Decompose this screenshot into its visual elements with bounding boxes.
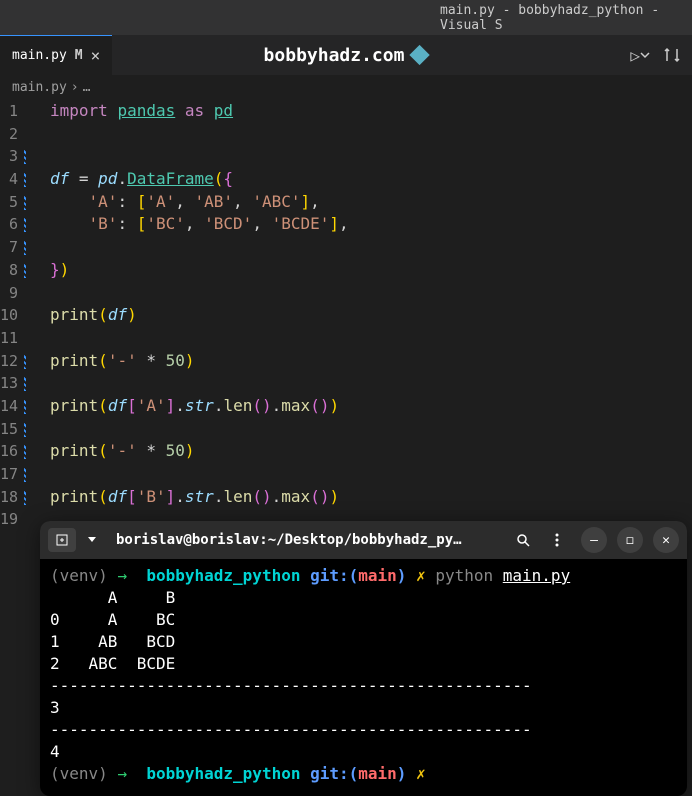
code-line: print('-' * 50)	[50, 440, 692, 463]
line-number: 14	[0, 395, 18, 418]
code-line: })	[50, 259, 692, 282]
code-line: df = pd.DataFrame({	[50, 168, 692, 191]
terminal-line: A B	[50, 587, 677, 609]
terminal-line: ----------------------------------------…	[50, 719, 677, 741]
code-line: print(df['A'].str.len().max())	[50, 395, 692, 418]
terminal-line: 4	[50, 741, 677, 763]
code-editor[interactable]: 1 2 3 4 5 6 7 8 9 10 11 12 13 14 15 16 1…	[0, 100, 692, 531]
line-number: 17	[0, 463, 18, 486]
tab-label: main.py	[12, 48, 67, 63]
banner-text: bobbyhadz.com	[264, 45, 405, 66]
code-line: print(df)	[50, 304, 692, 327]
code-line	[50, 123, 692, 146]
search-icon[interactable]	[509, 526, 537, 554]
code-line	[50, 372, 692, 395]
code-line: print('-' * 50)	[50, 350, 692, 373]
tab-bar: main.py M × bobbyhadz.com ▷	[0, 35, 692, 75]
line-number: 16	[0, 440, 18, 463]
close-button[interactable]: ✕	[653, 527, 679, 553]
line-number: 12	[0, 350, 18, 373]
dropdown-icon[interactable]	[82, 528, 102, 552]
code-line	[50, 418, 692, 441]
line-number: 3	[0, 145, 18, 168]
new-tab-button[interactable]	[48, 528, 76, 552]
terminal-titlebar: borislav@borislav:~/Desktop/bobbyhadz_py…	[40, 521, 687, 559]
code-line	[50, 236, 692, 259]
maximize-button[interactable]: ◻	[617, 527, 643, 553]
code-line	[50, 145, 692, 168]
line-number: 6	[0, 213, 18, 236]
breadcrumb-more: …	[83, 80, 91, 95]
cube-icon	[409, 45, 429, 65]
line-number: 11	[0, 327, 18, 350]
site-banner: bobbyhadz.com	[264, 45, 429, 66]
line-gutter: 1 2 3 4 5 6 7 8 9 10 11 12 13 14 15 16 1…	[0, 100, 30, 531]
terminal-window: borislav@borislav:~/Desktop/bobbyhadz_py…	[40, 521, 687, 796]
editor-tab-main[interactable]: main.py M ×	[0, 35, 112, 75]
code-line	[50, 282, 692, 305]
close-icon[interactable]: ×	[91, 46, 101, 65]
line-number: 1	[0, 100, 18, 123]
terminal-title: borislav@borislav:~/Desktop/bobbyhadz_py…	[108, 532, 503, 548]
line-number: 13	[0, 372, 18, 395]
terminal-line: 0 A BC	[50, 609, 677, 631]
breadcrumb[interactable]: main.py › …	[0, 75, 692, 100]
code-line	[50, 327, 692, 350]
run-icon[interactable]: ▷	[630, 46, 650, 65]
code-line	[50, 463, 692, 486]
code-line: print(df['B'].str.len().max())	[50, 486, 692, 509]
code-content[interactable]: import pandas as pd df = pd.DataFrame({ …	[30, 100, 692, 531]
line-number: 18	[0, 486, 18, 509]
tab-actions: ▷	[630, 46, 692, 65]
window-titlebar: main.py - bobbyhadz_python - Visual S	[0, 0, 692, 35]
terminal-line: ----------------------------------------…	[50, 675, 677, 697]
terminal-line: (venv) → bobbyhadz_python git:(main) ✗	[50, 763, 677, 785]
line-number: 9	[0, 282, 18, 305]
breadcrumb-sep: ›	[71, 80, 79, 95]
terminal-content[interactable]: (venv) → bobbyhadz_python git:(main) ✗ p…	[40, 559, 687, 791]
line-number: 15	[0, 418, 18, 441]
line-number: 8	[0, 259, 18, 282]
compare-icon[interactable]	[664, 47, 680, 63]
terminal-line: 3	[50, 697, 677, 719]
code-line: 'A': ['A', 'AB', 'ABC'],	[50, 191, 692, 214]
terminal-line: 1 AB BCD	[50, 631, 677, 653]
menu-icon[interactable]	[543, 526, 571, 554]
code-line: 'B': ['BC', 'BCD', 'BCDE'],	[50, 213, 692, 236]
tab-modified-indicator: M	[75, 48, 83, 63]
line-number: 19	[0, 508, 18, 531]
terminal-line: (venv) → bobbyhadz_python git:(main) ✗ p…	[50, 565, 677, 587]
line-number: 5	[0, 191, 18, 214]
line-number: 10	[0, 304, 18, 327]
window-title: main.py - bobbyhadz_python - Visual S	[440, 3, 692, 33]
chevron-down-icon	[640, 50, 650, 60]
breadcrumb-file: main.py	[12, 80, 67, 95]
code-line: import pandas as pd	[50, 100, 692, 123]
line-number: 4	[0, 168, 18, 191]
line-number: 7	[0, 236, 18, 259]
terminal-line: 2 ABC BCDE	[50, 653, 677, 675]
minimize-button[interactable]: —	[581, 527, 607, 553]
line-number: 2	[0, 123, 18, 146]
